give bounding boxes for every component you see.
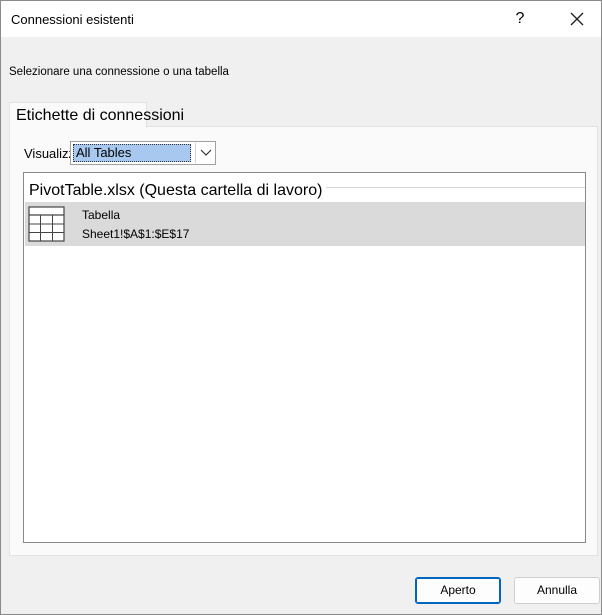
close-icon (570, 12, 584, 26)
tab-label: Etichette di connessioni (16, 107, 185, 124)
chevron-down-icon (200, 149, 212, 156)
close-button[interactable] (561, 5, 593, 33)
table-icon (28, 206, 65, 242)
open-button[interactable]: Aperto (415, 577, 501, 604)
connections-list[interactable]: PivotTable.xlsx (Questa cartella di lavo… (23, 172, 586, 543)
show-dropdown-value: All Tables (73, 144, 191, 162)
existing-connections-dialog: Connessioni esistenti ? Selezionare una … (0, 0, 602, 615)
tab-connections[interactable]: Etichette di connessioni (9, 102, 184, 128)
cancel-button[interactable]: Annulla (514, 577, 600, 604)
show-dropdown[interactable]: All Tables (70, 141, 216, 165)
help-button[interactable]: ? (506, 5, 534, 33)
list-item[interactable]: Tabella Sheet1!$A$1:$E$17 (25, 202, 585, 246)
instruction-text: Selezionare una connessione o una tabell… (9, 66, 229, 78)
title-bar: Connessioni esistenti ? (1, 1, 601, 37)
item-detail: Sheet1!$A$1:$E$17 (82, 227, 190, 241)
dropdown-button[interactable] (195, 143, 215, 163)
group-header: PivotTable.xlsx (Questa cartella di lavo… (29, 182, 327, 200)
dialog-title: Connessioni esistenti (11, 12, 134, 27)
item-name: Tabella (82, 208, 121, 222)
